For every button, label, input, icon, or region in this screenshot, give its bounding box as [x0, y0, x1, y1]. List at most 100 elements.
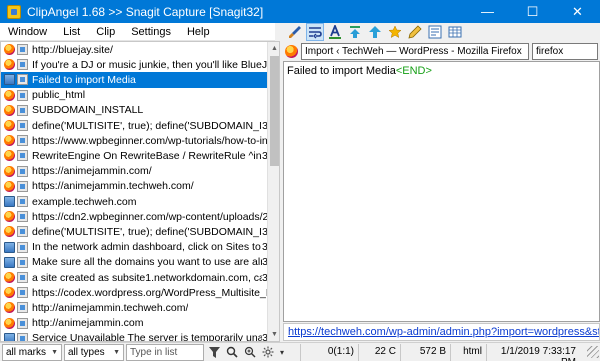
firefox-icon [4, 211, 15, 223]
minimize-button[interactable]: — [465, 0, 510, 23]
list-item[interactable]: https://cdn2.wpbeginner.com/wp-content/u… [1, 209, 267, 224]
search-options-icon[interactable] [242, 344, 258, 360]
source-window-title-field[interactable]: Import ‹ TechWeh — WordPress - Mozilla F… [301, 42, 529, 60]
gear-icon[interactable] [260, 344, 276, 360]
list-item[interactable]: http://animejammin.com [1, 316, 267, 331]
list-item[interactable]: public_html [1, 88, 267, 103]
list-item-text: RewriteEngine On RewriteBase / RewriteRu… [32, 149, 262, 162]
menu-clip[interactable]: Clip [88, 23, 123, 41]
end-marker: <END> [395, 65, 432, 77]
star-icon[interactable] [386, 23, 404, 41]
char-count: 22 C [358, 343, 400, 361]
close-button[interactable]: ✕ [555, 0, 600, 23]
clip-type-icon [17, 256, 28, 268]
list-item-text: https://animejammin.com/ [32, 165, 152, 178]
resize-grip-icon[interactable] [587, 346, 599, 358]
clip-type-icon [17, 241, 28, 253]
list-item[interactable]: Failed to import Media [1, 72, 267, 88]
list-item[interactable]: https://animejammin.com/ [1, 164, 267, 179]
list-item-text: define('MULTISITE', true); define('SUBDO… [32, 119, 262, 132]
list-item[interactable]: In the network admin dashboard, click on… [1, 240, 267, 255]
menu-help[interactable]: Help [179, 23, 218, 41]
firefox-icon [4, 317, 15, 329]
list-item-text: http://animejammin.com [32, 317, 144, 330]
image-clip-icon [4, 256, 15, 268]
clip-type-icon [17, 89, 28, 101]
list-item-text: In the network admin dashboard, click on… [32, 241, 262, 254]
clip-list[interactable]: Service Unavailable The server is tempor… [0, 41, 280, 342]
filter-icon[interactable] [206, 344, 222, 360]
list-search-input[interactable]: Type in list [126, 343, 204, 361]
list-item[interactable]: If you're a DJ or music junkie, then you… [1, 57, 267, 72]
brush-icon[interactable] [286, 23, 304, 41]
list-item[interactable]: SUBDOMAIN_INSTALL [1, 103, 267, 118]
edit-pencil-icon[interactable] [406, 23, 424, 41]
scroll-down-arrow-icon[interactable]: ▼ [268, 328, 279, 341]
list-item-text: https://codex.wordpress.org/WordPress_Mu… [32, 286, 267, 299]
source-url-link[interactable]: https://techweh.com/wp-admin/admin.php?i… [283, 323, 600, 341]
menu-list[interactable]: List [55, 23, 88, 41]
list-item-text: example.techweh.com [32, 195, 137, 208]
firefox-icon [4, 287, 15, 299]
clip-type-icon [17, 135, 28, 147]
move-to-top-icon[interactable] [346, 23, 364, 41]
list-item[interactable]: http://animejammin.techweh.com/ [1, 300, 267, 315]
list-item-text: SUBDOMAIN_INSTALL [32, 104, 144, 117]
list-item[interactable]: RewriteEngine On RewriteBase / RewriteRu… [1, 148, 267, 163]
clip-type-icon [17, 332, 28, 341]
table-icon[interactable] [446, 23, 464, 41]
list-item[interactable]: example.techweh.com [1, 194, 267, 209]
menu-window[interactable]: Window [0, 23, 55, 41]
list-item-text: a site created as subsite1.networkdomain… [32, 271, 262, 284]
list-item[interactable]: Service Unavailable The server is tempor… [1, 331, 267, 341]
image-clip-icon [4, 196, 15, 208]
list-item-text: If you're a DJ or music junkie, then you… [32, 58, 267, 71]
firefox-icon [4, 180, 15, 192]
scroll-up-arrow-icon[interactable]: ▲ [268, 42, 279, 55]
types-filter-select[interactable]: all types ▼ [64, 343, 124, 361]
marks-filter-value: all marks [6, 346, 47, 358]
search-icon[interactable] [224, 344, 240, 360]
firefox-icon [4, 272, 15, 284]
clip-type-icon [17, 272, 28, 284]
clip-toolbar [282, 22, 600, 42]
list-item[interactable]: define('MULTISITE', true); define('SUBDO… [1, 118, 267, 133]
list-item-text: Failed to import Media [32, 73, 136, 86]
menu-bar: Window List Clip Settings Help [0, 23, 275, 41]
source-app-field[interactable]: firefox [532, 42, 598, 60]
scroll-thumb[interactable] [270, 56, 279, 166]
status-bar: all marks ▼ all types ▼ Type in list ▾ 0… [0, 342, 600, 361]
maximize-button[interactable]: ☐ [510, 0, 555, 23]
list-item[interactable]: https://www.wpbeginner.com/wp-tutorials/… [1, 133, 267, 148]
list-item[interactable]: define('MULTISITE', true); define('SUBDO… [1, 224, 267, 239]
clip-content-area[interactable]: Failed to import Media<END> [283, 61, 600, 322]
clip-type-icon [17, 104, 28, 116]
firefox-icon [4, 59, 15, 71]
clip-type-icon [17, 226, 28, 238]
word-wrap-icon[interactable] [306, 23, 324, 41]
font-color-icon[interactable] [326, 23, 344, 41]
marks-filter-select[interactable]: all marks ▼ [2, 343, 62, 361]
window-title: ClipAngel 1.68 >> Snagit Capture [Snagit… [27, 4, 264, 19]
image-clip-icon [4, 332, 15, 341]
chevron-down-icon: ▼ [113, 348, 120, 356]
list-item[interactable]: https://codex.wordpress.org/WordPress_Mu… [1, 285, 267, 300]
list-item[interactable]: Make sure all the domains you want to us… [1, 255, 267, 270]
cursor-position: 0(1:1) [300, 343, 358, 361]
menu-settings[interactable]: Settings [123, 23, 179, 41]
list-item[interactable]: http://bluejay.site/ [1, 42, 267, 57]
firefox-icon [4, 302, 15, 314]
image-clip-icon [4, 241, 15, 253]
list-item[interactable]: https://animejammin.techweh.com/ [1, 179, 267, 194]
firefox-icon [285, 44, 298, 58]
move-up-icon[interactable] [366, 23, 384, 41]
list-scrollbar[interactable]: ▲ ▼ [267, 42, 279, 341]
monospace-icon[interactable] [426, 23, 444, 41]
clip-type-icon [17, 120, 28, 132]
list-item-text: http://animejammin.techweh.com/ [32, 301, 189, 314]
clip-content-text: Failed to import Media [287, 65, 396, 77]
firefox-icon [4, 44, 15, 56]
chevron-down-icon[interactable]: ▾ [278, 344, 286, 360]
list-item[interactable]: a site created as subsite1.networkdomain… [1, 270, 267, 285]
clip-type-icon [17, 287, 28, 299]
